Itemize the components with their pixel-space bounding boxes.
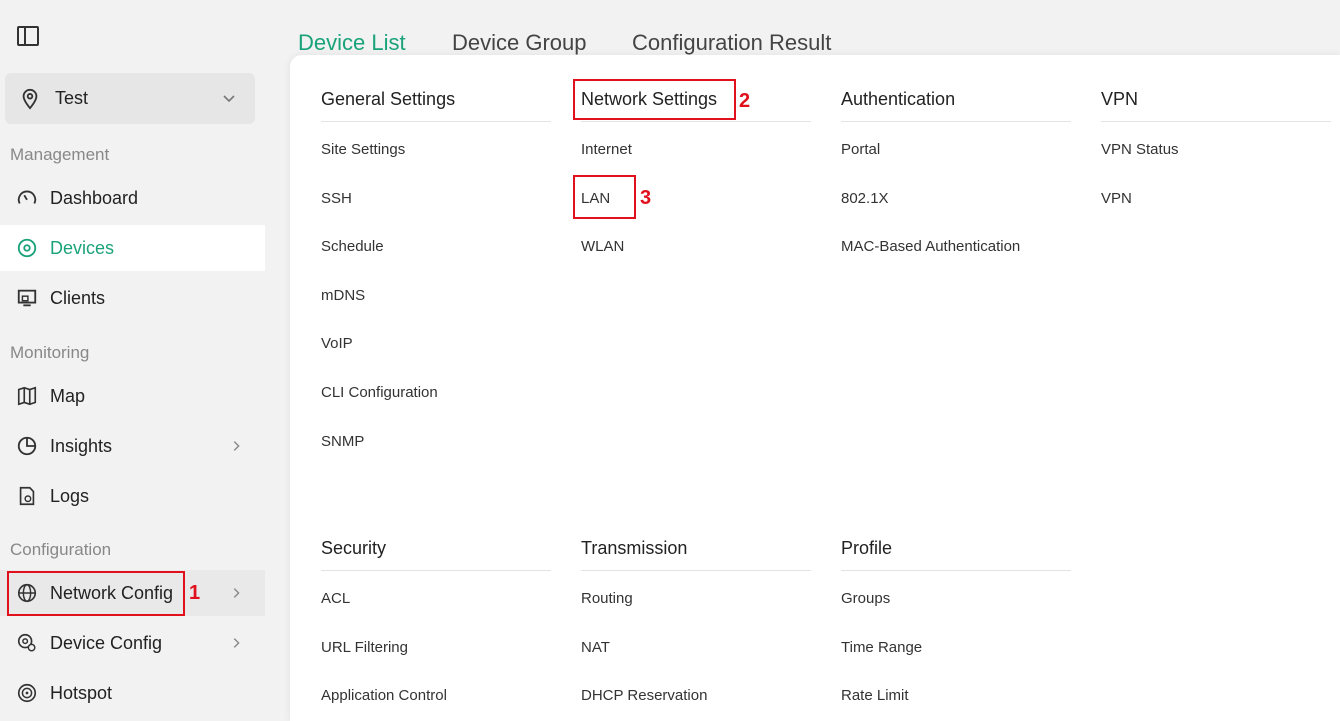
section-configuration: Configuration	[10, 540, 112, 559]
link-mdns[interactable]: mDNS	[321, 287, 365, 304]
tab-device-list[interactable]: Device List	[298, 30, 406, 56]
divider	[1101, 121, 1331, 122]
heading-profile: Profile	[841, 538, 893, 558]
nav-devices-label: Devices	[50, 237, 115, 258]
divider	[321, 570, 551, 571]
nav-logs[interactable]: Logs	[0, 473, 265, 519]
link-application-control[interactable]: Application Control	[321, 687, 447, 704]
clients-monitor-icon	[17, 289, 37, 307]
link-ssh[interactable]: SSH	[321, 190, 352, 207]
annotation-box-2	[573, 79, 736, 120]
link-groups[interactable]: Groups	[841, 590, 890, 607]
heading-general-settings: General Settings	[321, 89, 456, 109]
annotation-number-2: 2	[739, 90, 751, 112]
link-routing[interactable]: Routing	[581, 590, 633, 607]
link-time-range[interactable]: Time Range	[841, 639, 922, 656]
link-nat[interactable]: NAT	[581, 639, 610, 656]
heading-transmission: Transmission	[581, 538, 688, 558]
link-url-filtering[interactable]: URL Filtering	[321, 639, 408, 656]
link-cli-configuration[interactable]: CLI Configuration	[321, 384, 438, 401]
link-8021x[interactable]: 802.1X	[841, 190, 889, 207]
link-snmp[interactable]: SNMP	[321, 433, 364, 450]
sidebar: Test Management Dashboard Devices Client…	[0, 0, 265, 721]
annotation-box-3	[573, 175, 636, 219]
divider	[321, 121, 551, 122]
section-monitoring: Monitoring	[10, 343, 90, 362]
sidebar-toggle-icon[interactable]	[17, 26, 39, 46]
tab-configuration-result[interactable]: Configuration Result	[632, 30, 831, 56]
chevron-right-icon	[233, 588, 240, 598]
divider	[841, 121, 1071, 122]
nav-device-config[interactable]: Device Config	[0, 620, 265, 666]
location-pin-icon	[22, 88, 38, 110]
insights-pie-icon	[17, 436, 37, 456]
hotspot-icon	[17, 683, 37, 703]
link-internet[interactable]: Internet	[581, 141, 632, 158]
logs-document-icon	[19, 486, 35, 506]
link-voip[interactable]: VoIP	[321, 335, 353, 352]
link-acl[interactable]: ACL	[321, 590, 350, 607]
link-vpn[interactable]: VPN	[1101, 190, 1132, 207]
nav-insights-label: Insights	[50, 435, 113, 456]
link-portal[interactable]: Portal	[841, 141, 880, 158]
link-vpn-status[interactable]: VPN Status	[1101, 141, 1179, 158]
network-config-menu: General Settings Network Settings Authen…	[290, 55, 1340, 721]
nav-insights[interactable]: Insights	[0, 423, 265, 469]
nav-dashboard[interactable]: Dashboard	[0, 175, 265, 221]
link-schedule[interactable]: Schedule	[321, 238, 384, 255]
link-dhcp-reservation[interactable]: DHCP Reservation	[581, 687, 707, 704]
annotation-box-1	[7, 571, 185, 616]
divider	[581, 121, 811, 122]
nav-clients[interactable]: Clients	[0, 275, 265, 321]
dashboard-gauge-icon	[17, 190, 37, 204]
nav-clients-label: Clients	[50, 287, 106, 308]
map-icon	[17, 386, 37, 406]
nav-dashboard-label: Dashboard	[50, 187, 139, 208]
section-management: Management	[10, 145, 110, 164]
tab-device-group[interactable]: Device Group	[452, 30, 587, 56]
divider	[841, 570, 1071, 571]
nav-map-label: Map	[50, 385, 86, 406]
device-config-gear-icon	[17, 633, 36, 652]
annotation-number-1: 1	[189, 582, 201, 604]
nav-hotspot-label: Hotspot	[50, 682, 113, 703]
chevron-down-icon	[223, 95, 235, 103]
heading-security: Security	[321, 538, 387, 558]
nav-map[interactable]: Map	[0, 373, 265, 419]
chevron-right-icon	[233, 441, 240, 451]
nav-hotspot[interactable]: Hotspot	[0, 670, 265, 716]
nav-devices[interactable]: Devices	[0, 225, 265, 271]
nav-device-config-label: Device Config	[50, 632, 163, 653]
link-rate-limit[interactable]: Rate Limit	[841, 687, 909, 704]
link-wlan[interactable]: WLAN	[581, 238, 624, 255]
site-selector[interactable]: Test	[5, 73, 255, 124]
link-site-settings[interactable]: Site Settings	[321, 141, 405, 158]
heading-authentication: Authentication	[841, 89, 956, 109]
link-mac-based-authentication[interactable]: MAC-Based Authentication	[841, 238, 1020, 255]
nav-logs-label: Logs	[50, 485, 90, 506]
chevron-right-icon	[233, 638, 240, 648]
site-name: Test	[55, 88, 89, 108]
heading-vpn: VPN	[1101, 89, 1139, 109]
devices-icon	[17, 238, 37, 258]
divider	[581, 570, 811, 571]
annotation-number-3: 3	[640, 187, 652, 209]
